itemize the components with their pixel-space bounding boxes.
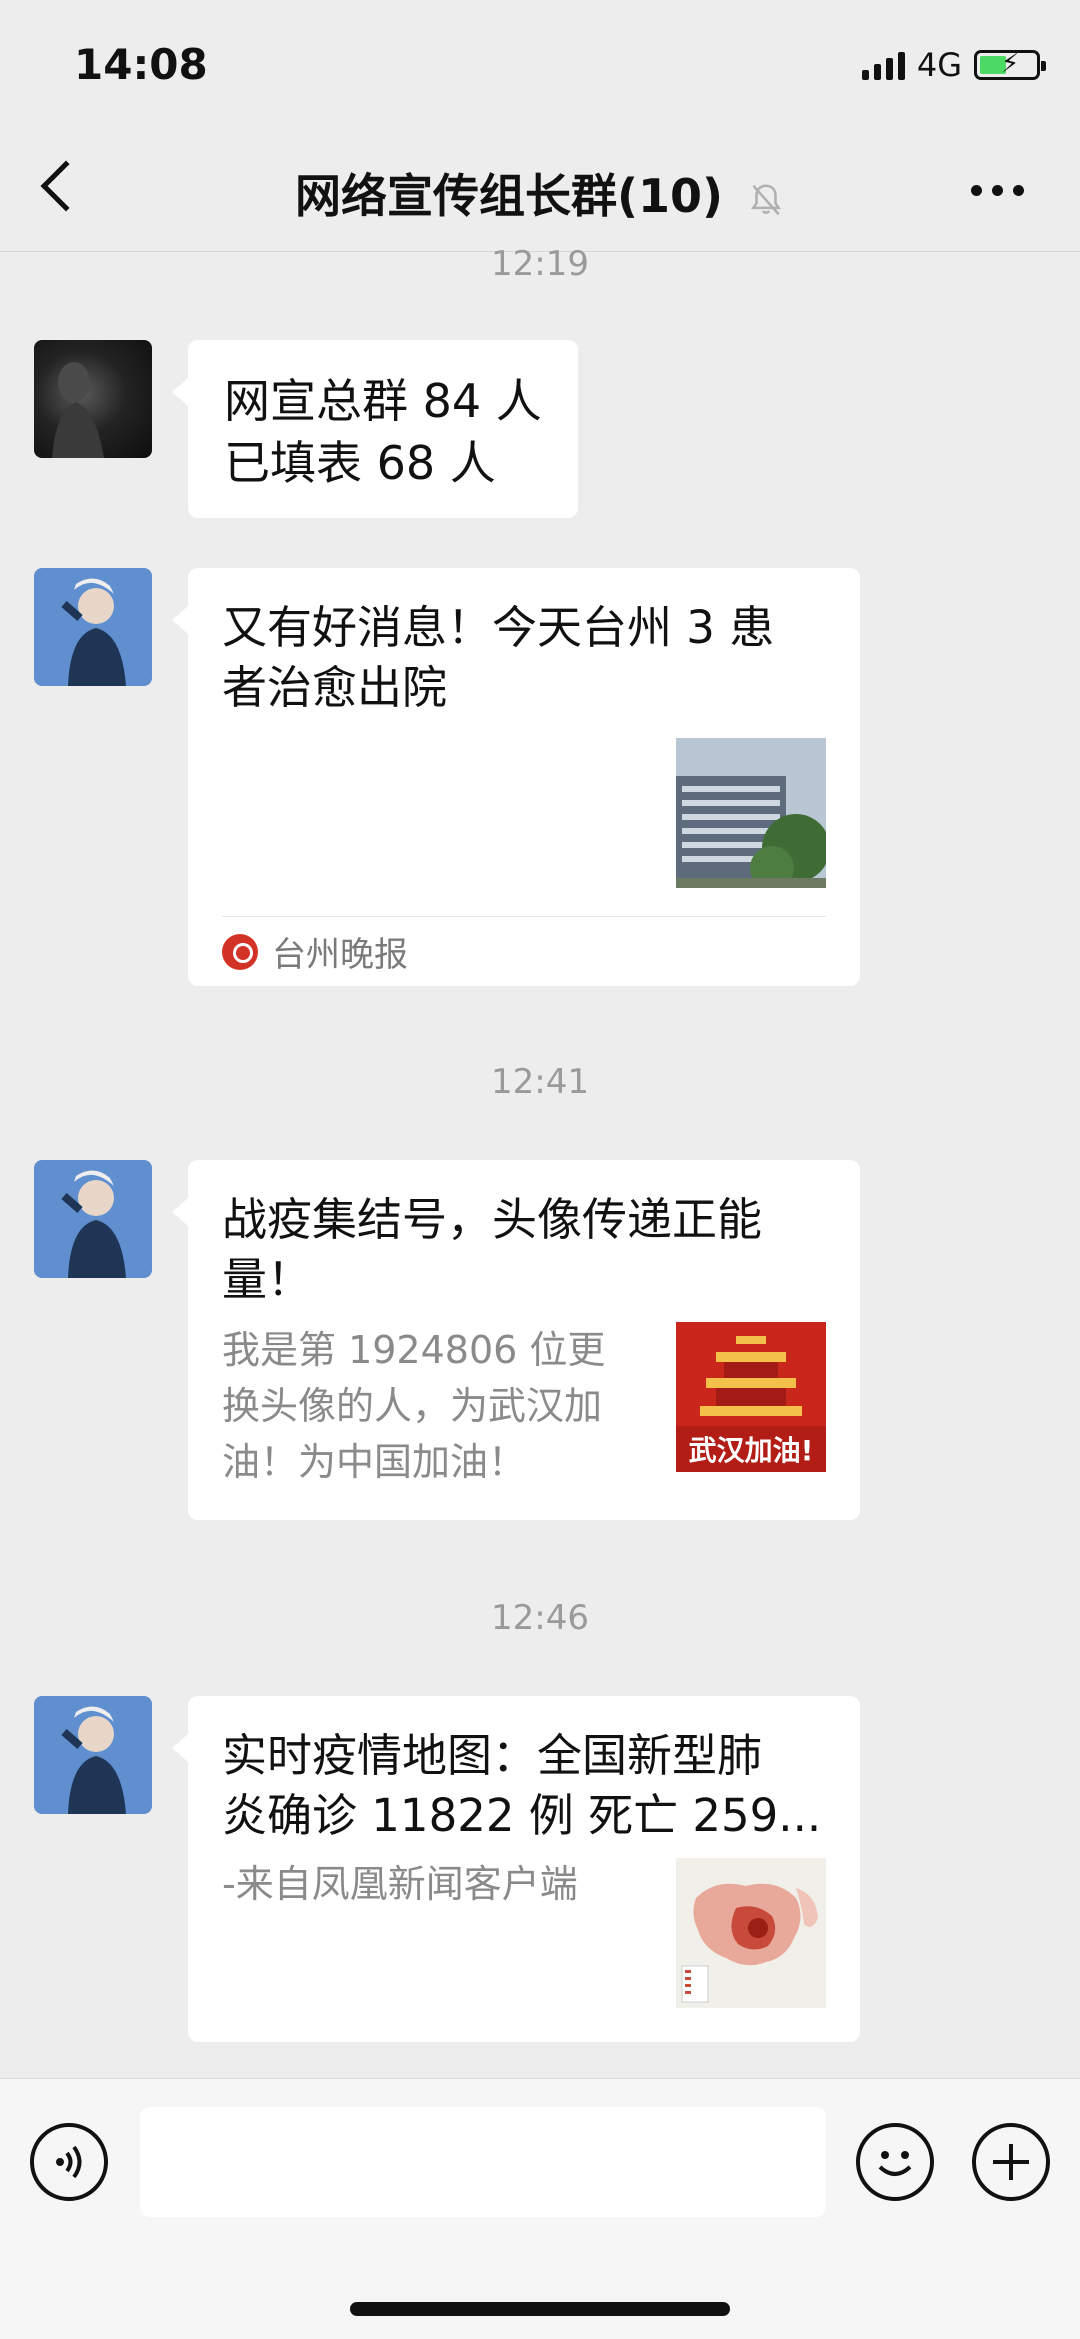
timestamp: 12:46 (491, 1598, 589, 1638)
message-input[interactable] (140, 2107, 826, 2217)
card-source: 台州晚报 (222, 916, 826, 986)
bell-muted-icon (750, 183, 782, 215)
avatar[interactable] (34, 340, 152, 458)
avatar[interactable] (34, 568, 152, 686)
card-desc-line: -来自凤凰新闻客户端 (222, 1862, 578, 1906)
message-line: 已填表 68 人 (224, 436, 496, 490)
message-line: 网宣总群 84 人 (224, 374, 542, 428)
card-desc-line: 我是第 1924806 位更 (222, 1328, 606, 1372)
message-bubble[interactable]: 网宣总群 84 人 已填表 68 人 (172, 340, 578, 518)
signal-bars-icon (861, 50, 905, 80)
voice-icon[interactable] (30, 2123, 108, 2201)
wuhan-poster-thumbnail: 武汉加油! (676, 1322, 826, 1472)
card-title-line: 实时疫情地图：全国新型肺 (222, 1729, 763, 1782)
card-desc-line: 换头像的人，为武汉加 (222, 1384, 603, 1428)
card-title-line: 又有好消息！今天台州 3 患 (222, 601, 775, 654)
link-card[interactable]: 战疫集结号，头像传递正能 量！ 我是第 1924806 位更 换头像的人，为武汉… (172, 1160, 860, 1520)
card-title-line: 战疫集结号，头像传递正能 (222, 1193, 763, 1246)
chat-title: 网络宣传组长群(10) (294, 169, 724, 223)
illustration-avatar-image (61, 578, 126, 686)
hospital-thumbnail (676, 738, 826, 888)
link-card[interactable]: 又有好消息！今天台州 3 患 者治愈出院 台州晚报 (172, 568, 860, 986)
card-title-line: 者治愈出院 (222, 661, 448, 714)
illustration-avatar-image (61, 1706, 126, 1814)
chat-header: 网络宣传组长群(10) (0, 130, 1080, 252)
timestamp: 12:19 (491, 244, 589, 284)
thumb-text: 武汉加油! (689, 1434, 814, 1467)
battery-charging-icon: ⚡ (974, 49, 1046, 80)
home-indicator[interactable] (350, 2302, 730, 2316)
card-desc-line: 油！为中国加油！ (222, 1440, 527, 1484)
china-map-thumbnail (676, 1858, 826, 2008)
input-bar (0, 2078, 1080, 2339)
more-dots-icon[interactable] (971, 185, 1024, 196)
newspaper-logo-icon (222, 933, 258, 970)
status-bar: 14:08 4G ⚡ (0, 0, 1080, 130)
card-title-line: 炎确诊 11822 例 死亡 259... (222, 1789, 822, 1842)
source-name: 台州晚报 (272, 935, 408, 975)
emoji-icon[interactable] (856, 2123, 934, 2201)
card-title-line: 量！ (222, 1253, 313, 1306)
link-card[interactable]: 实时疫情地图：全国新型肺 炎确诊 11822 例 死亡 259... -来自凤凰… (172, 1696, 860, 2042)
avatar[interactable] (34, 1696, 152, 1814)
network-type: 4G (916, 46, 962, 84)
plus-icon[interactable] (972, 2123, 1050, 2201)
timestamp: 12:41 (491, 1062, 589, 1102)
avatar[interactable] (34, 1160, 152, 1278)
status-indicators: 4G ⚡ (861, 46, 1046, 84)
chat-title-wrap: 网络宣传组长群(10) (0, 160, 1080, 226)
portrait-image (52, 362, 104, 458)
status-time: 14:08 (74, 40, 208, 89)
illustration-avatar-image (61, 1170, 126, 1278)
